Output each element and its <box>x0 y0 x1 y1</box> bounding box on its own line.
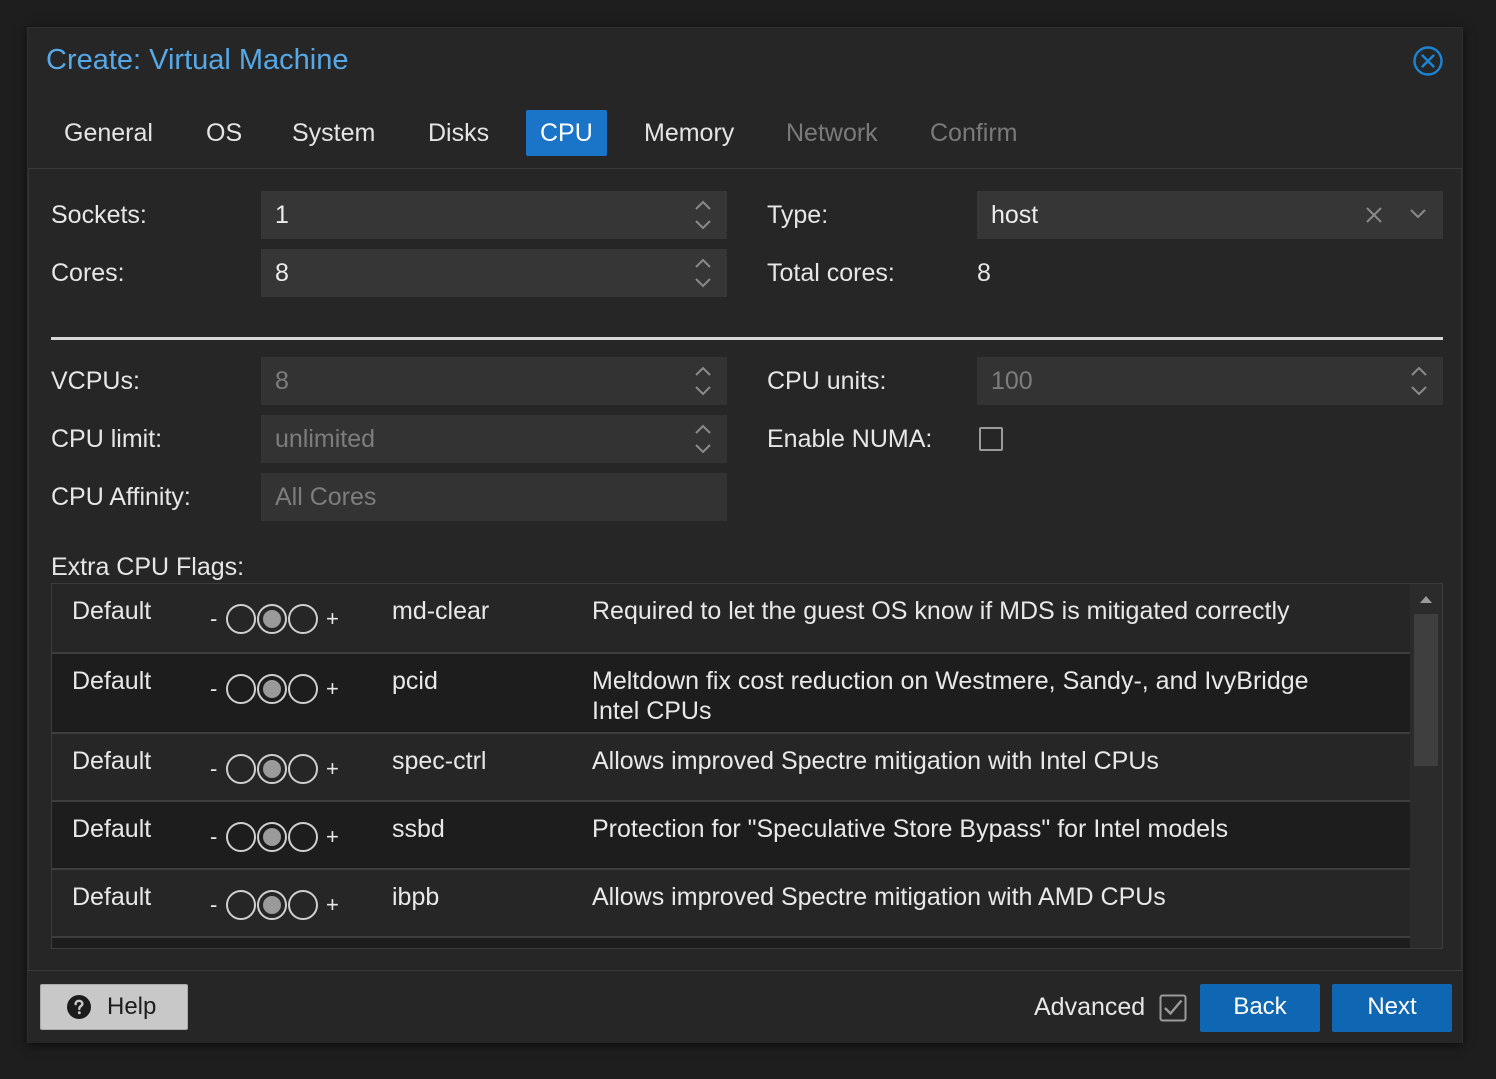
close-icon[interactable] <box>1413 46 1443 76</box>
plus-sign: + <box>326 756 339 781</box>
cpu-limit-field[interactable]: unlimited <box>261 415 727 463</box>
total-cores-value: 8 <box>977 259 991 287</box>
cpu-limit-placeholder: unlimited <box>275 425 376 453</box>
flag-state: Default <box>72 667 152 695</box>
flag-state: Default <box>72 815 152 843</box>
section-divider <box>51 337 1443 340</box>
cores-value: 8 <box>275 259 289 287</box>
tristate-circles-icon[interactable] <box>224 672 320 706</box>
flag-name: md-clear <box>392 597 490 625</box>
tab-disks[interactable]: Disks <box>414 110 503 156</box>
tab-system[interactable]: System <box>278 110 389 156</box>
tristate-slider[interactable]: - + <box>210 752 350 788</box>
tristate-circles-icon[interactable] <box>224 820 320 854</box>
cpu-limit-label: CPU limit: <box>51 425 163 453</box>
cpu-panel: Sockets: 1 Cores: 8 Type: host Total cor… <box>28 169 1462 969</box>
table-row: Default - + md-clear Required to let the… <box>52 584 1410 654</box>
plus-sign: + <box>326 606 339 631</box>
flag-state: Default <box>72 597 152 625</box>
flag-description: Required to let the guest OS know if MDS… <box>592 597 1290 625</box>
create-vm-dialog: Create: Virtual Machine General OS Syste… <box>27 27 1463 1043</box>
cores-label: Cores: <box>51 259 125 287</box>
spinner-icon[interactable] <box>693 422 713 456</box>
grid-scrollbar[interactable] <box>1410 584 1442 948</box>
advanced-label: Advanced <box>1034 993 1146 1021</box>
enable-numa-label: Enable NUMA: <box>767 425 933 453</box>
flag-description: Protection for "Speculative Store Bypass… <box>592 815 1229 843</box>
spinner-icon[interactable] <box>693 256 713 290</box>
tristate-slider[interactable]: - + <box>210 602 350 638</box>
vcpus-field[interactable]: 8 <box>261 357 727 405</box>
type-value: host <box>991 201 1039 229</box>
total-cores-label: Total cores: <box>767 259 895 287</box>
tristate-circles-icon[interactable] <box>224 602 320 636</box>
spinner-icon[interactable] <box>693 364 713 398</box>
table-row <box>52 938 1410 948</box>
next-button[interactable]: Next <box>1332 984 1452 1032</box>
help-button[interactable]: Help <box>40 984 188 1030</box>
minus-sign: - <box>210 892 218 917</box>
question-circle-icon <box>67 995 91 1019</box>
sockets-value: 1 <box>275 201 289 229</box>
vcpus-value: 8 <box>275 367 289 395</box>
cpu-affinity-placeholder: All Cores <box>275 483 377 511</box>
tab-confirm: Confirm <box>930 119 1018 147</box>
table-row: Default - + spec-ctrl Allows improved Sp… <box>52 734 1410 802</box>
flag-description: Allows improved Spectre mitigation with … <box>592 747 1159 775</box>
spinner-icon[interactable] <box>693 198 713 232</box>
cpu-units-placeholder: 100 <box>991 367 1033 395</box>
flag-name: ibpb <box>392 883 440 911</box>
chevron-down-icon[interactable] <box>1409 208 1427 220</box>
dialog-title: Create: Virtual Machine <box>46 44 349 76</box>
plus-sign: + <box>326 892 339 917</box>
flag-state: Default <box>72 883 152 911</box>
advanced-checkbox[interactable] <box>1159 994 1187 1022</box>
minus-sign: - <box>210 606 218 631</box>
minus-sign: - <box>210 824 218 849</box>
tab-general[interactable]: General <box>50 110 167 156</box>
minus-sign: - <box>210 676 218 701</box>
wizard-tabs: General OS System Disks CPU Memory Netwo… <box>28 110 1462 169</box>
tristate-circles-icon[interactable] <box>224 752 320 786</box>
cpu-units-field[interactable]: 100 <box>977 357 1443 405</box>
cpu-affinity-label: CPU Affinity: <box>51 483 191 511</box>
sockets-field[interactable]: 1 <box>261 191 727 239</box>
tristate-slider[interactable]: - + <box>210 820 350 856</box>
plus-sign: + <box>326 676 339 701</box>
tab-network: Network <box>786 119 878 147</box>
tab-cpu[interactable]: CPU <box>526 110 607 156</box>
table-row: Default - + ibpb Allows improved Spectre… <box>52 870 1410 938</box>
vcpus-label: VCPUs: <box>51 367 140 395</box>
tab-os[interactable]: OS <box>192 110 256 156</box>
enable-numa-checkbox[interactable] <box>979 427 1003 451</box>
flag-description: Meltdown fix cost reduction on Westmere,… <box>592 667 1309 725</box>
scroll-up-icon[interactable] <box>1419 594 1433 604</box>
help-label: Help <box>107 993 157 1020</box>
table-row: Default - + ssbd Protection for "Specula… <box>52 802 1410 870</box>
table-row: Default - + pcid Meltdown fix cost reduc… <box>52 654 1410 734</box>
dialog-footer: Help Advanced Back Next <box>28 970 1462 1043</box>
tristate-circles-icon[interactable] <box>224 888 320 922</box>
scrollbar-thumb[interactable] <box>1414 614 1438 766</box>
flag-name: spec-ctrl <box>392 747 487 775</box>
plus-sign: + <box>326 824 339 849</box>
spinner-icon[interactable] <box>1409 364 1429 398</box>
flag-name: ssbd <box>392 815 445 843</box>
flag-name: pcid <box>392 667 438 695</box>
flag-description: Allows improved Spectre mitigation with … <box>592 883 1166 911</box>
cpu-affinity-field[interactable]: All Cores <box>261 473 727 521</box>
tristate-slider[interactable]: - + <box>210 672 350 708</box>
sockets-label: Sockets: <box>51 201 147 229</box>
tristate-slider[interactable]: - + <box>210 888 350 924</box>
tab-memory[interactable]: Memory <box>630 110 748 156</box>
cpu-units-label: CPU units: <box>767 367 887 395</box>
type-label: Type: <box>767 201 829 229</box>
clear-icon[interactable] <box>1365 206 1383 224</box>
cores-field[interactable]: 8 <box>261 249 727 297</box>
type-select[interactable]: host <box>977 191 1443 239</box>
cpu-flags-grid: Default - + md-clear Required to let the… <box>51 583 1443 949</box>
back-button[interactable]: Back <box>1200 984 1320 1032</box>
minus-sign: - <box>210 756 218 781</box>
flag-state: Default <box>72 747 152 775</box>
